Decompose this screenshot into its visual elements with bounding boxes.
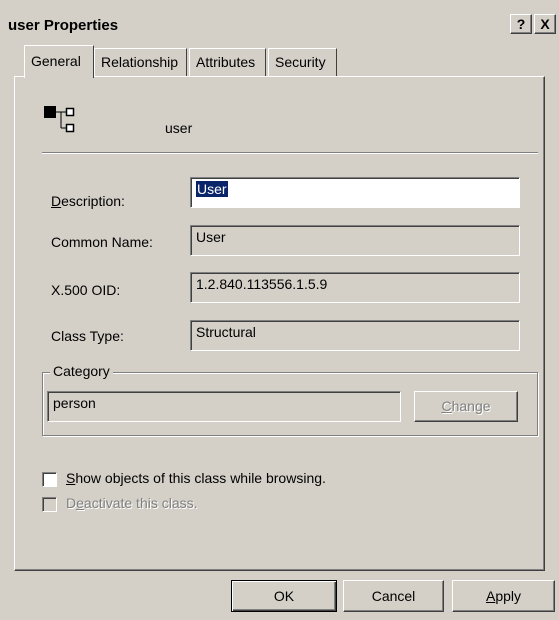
common-name-label: Common Name:: [51, 234, 153, 250]
tab-relationship[interactable]: Relationship: [94, 48, 187, 76]
cancel-button[interactable]: Cancel: [343, 580, 444, 612]
oid-field[interactable]: 1.2.840.113556.1.5.9: [190, 272, 520, 303]
show-objects-label[interactable]: Show objects of this class while browsin…: [66, 470, 326, 486]
show-objects-label-rest: how objects of this class while browsing…: [75, 470, 326, 486]
window-title: user Properties: [8, 17, 119, 34]
common-name-field[interactable]: User: [190, 225, 520, 256]
common-name-value: User: [196, 229, 226, 245]
tab-general[interactable]: General: [24, 45, 94, 78]
oid-label: X.500 OID:: [51, 282, 121, 298]
category-field[interactable]: person: [47, 391, 401, 422]
tab-security[interactable]: Security: [268, 48, 337, 76]
deactivate-label-pre: D: [66, 495, 77, 511]
description-field[interactable]: User: [190, 177, 520, 208]
class-name: user: [165, 120, 193, 136]
class-type-value: Structural: [196, 324, 256, 340]
ok-button[interactable]: OK: [231, 580, 337, 612]
class-type-field[interactable]: Structural: [190, 320, 520, 351]
description-value: User: [196, 181, 228, 197]
apply-button[interactable]: Apply: [452, 580, 555, 612]
change-button[interactable]: Change: [414, 391, 518, 422]
apply-mnemonic: A: [485, 588, 496, 604]
change-mnemonic: C: [441, 398, 452, 414]
help-button[interactable]: ?: [510, 14, 532, 34]
description-label: Description:: [51, 193, 125, 209]
oid-value: 1.2.840.113556.1.5.9: [196, 276, 328, 292]
category-legend: Category: [50, 363, 113, 379]
tab-security-label: Security: [275, 54, 326, 70]
header-divider: [42, 152, 538, 154]
deactivate-label-rest: activate this class.: [83, 495, 198, 511]
description-label-rest: escription:: [61, 193, 125, 209]
category-value: person: [53, 395, 96, 411]
class-type-label: Class Type:: [51, 328, 124, 344]
show-objects-checkbox[interactable]: [42, 472, 57, 487]
tab-attributes-label: Attributes: [196, 54, 256, 70]
class-hierarchy-icon: [42, 104, 82, 136]
deactivate-checkbox[interactable]: [42, 497, 57, 512]
change-label-rest: hange: [451, 398, 491, 414]
deactivate-label[interactable]: Deactivate this class.: [66, 495, 198, 511]
apply-label-rest: pply: [495, 588, 522, 604]
tab-attributes[interactable]: Attributes: [189, 48, 266, 76]
close-button[interactable]: X: [534, 14, 556, 34]
description-label-mnemonic: D: [51, 193, 62, 209]
tab-relationship-label: Relationship: [101, 54, 179, 70]
tab-general-label: General: [31, 53, 81, 69]
deactivate-mnemonic: e: [76, 495, 84, 511]
show-objects-mnemonic: S: [66, 470, 76, 486]
